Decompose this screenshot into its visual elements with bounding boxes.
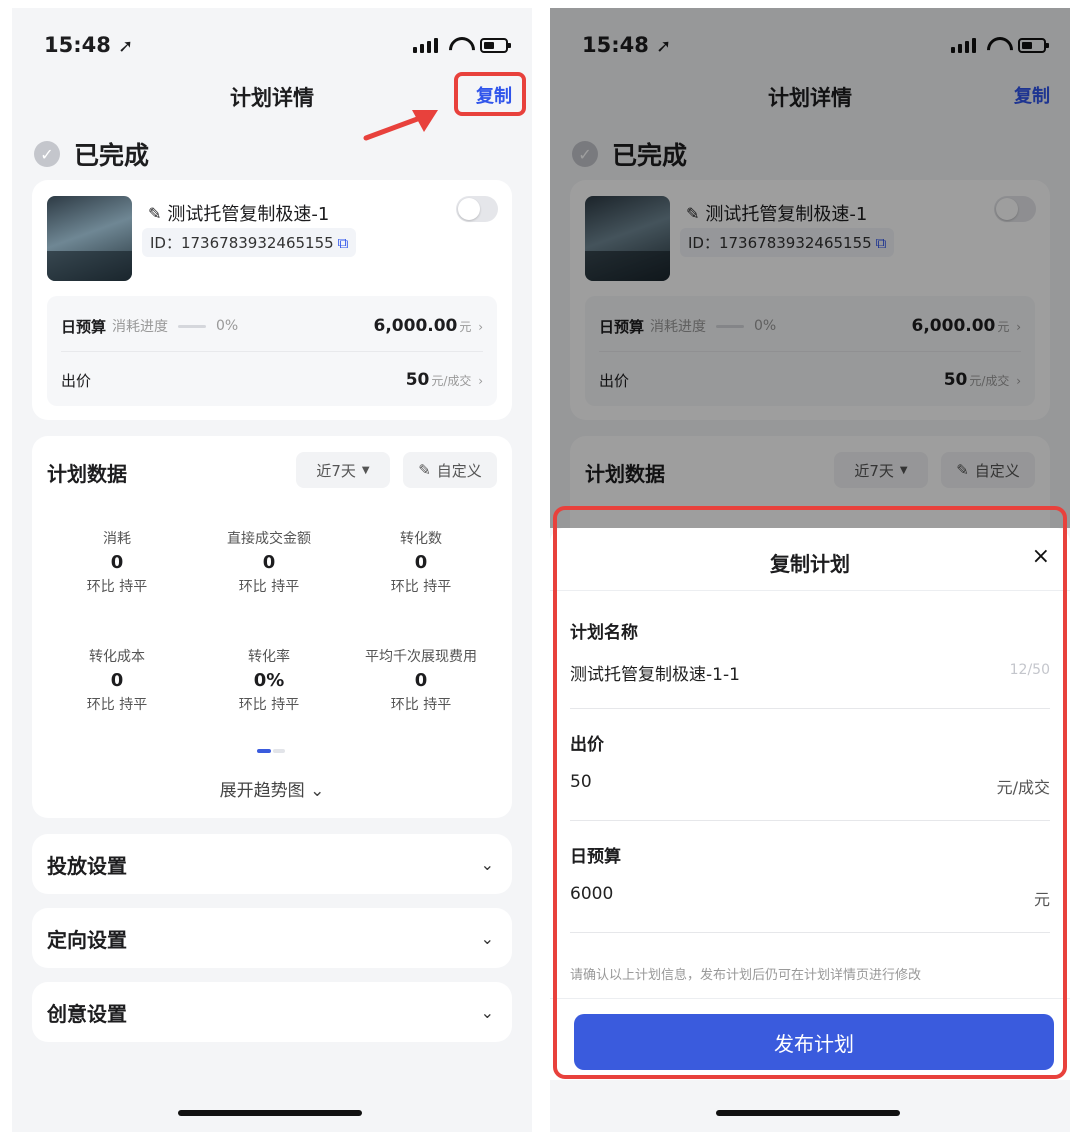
signal-icon bbox=[413, 37, 438, 53]
page-indicator bbox=[257, 749, 285, 753]
date-range-dropdown[interactable]: 近7天 ▼ bbox=[296, 452, 390, 488]
metric-compare: 环比 持平 bbox=[238, 697, 300, 713]
metric-value: 0 bbox=[262, 552, 276, 573]
creative-thumbnail[interactable] bbox=[47, 196, 132, 281]
modal-overlay[interactable] bbox=[550, 8, 1070, 528]
daily-budget-value: 6,000.00 bbox=[373, 316, 458, 336]
metric-item: 平均千次展现费用 0 环比 持平 bbox=[346, 646, 496, 714]
divider bbox=[61, 351, 483, 352]
chevron-right-icon: › bbox=[478, 374, 483, 388]
metric-label: 转化成本 bbox=[89, 649, 145, 665]
wifi-icon bbox=[448, 37, 470, 53]
metric-value: 0% bbox=[253, 670, 285, 691]
highlight-box bbox=[553, 506, 1067, 1079]
customize-button[interactable]: ✎ 自定义 bbox=[403, 452, 497, 488]
status-bar: 15:48 ➚ bbox=[44, 30, 511, 60]
pencil-icon: ✎ bbox=[418, 461, 431, 479]
chevron-down-icon: ⌄ bbox=[480, 928, 494, 948]
metric-compare: 环比 持平 bbox=[86, 697, 148, 713]
daily-budget-row[interactable]: 日预算 消耗进度 0% 6,000.00 元 › bbox=[61, 314, 483, 338]
metric-item: 转化率 0% 环比 持平 bbox=[194, 646, 344, 714]
plan-status: ✓ 已完成 bbox=[34, 136, 149, 172]
plan-data-title: 计划数据 bbox=[47, 462, 127, 486]
consume-label: 消耗进度 bbox=[112, 319, 169, 335]
home-indicator bbox=[716, 1110, 900, 1116]
chevron-down-icon: ⌄ bbox=[310, 781, 325, 801]
plan-toggle[interactable] bbox=[456, 196, 498, 222]
section-targeting-settings[interactable]: 定向设置 ⌄ bbox=[32, 908, 512, 968]
section-title: 创意设置 bbox=[47, 1001, 127, 1026]
plan-id-text: ID：1736783932465155 bbox=[150, 234, 334, 252]
home-indicator bbox=[178, 1110, 362, 1116]
metric-item: 消耗 0 环比 持平 bbox=[42, 528, 192, 596]
copy-plan-screen: 15:48 ➚ 计划详情 复制 ✓ 已完成 ✎ 测试托管复制极速-1 ID：17… bbox=[550, 8, 1070, 1132]
pointer-arrow-icon bbox=[363, 110, 438, 141]
metric-label: 平均千次展现费用 bbox=[365, 649, 477, 665]
metric-value: 0 bbox=[110, 552, 124, 573]
section-title: 投放设置 bbox=[47, 853, 127, 878]
daily-budget-unit: 元 bbox=[459, 320, 472, 334]
metric-value: 0 bbox=[414, 552, 428, 573]
metric-label: 转化率 bbox=[248, 649, 290, 665]
metric-label: 消耗 bbox=[103, 531, 131, 547]
budget-box: 日预算 消耗进度 0% 6,000.00 元 › 出价 50 元/成交 › bbox=[47, 296, 497, 406]
date-range-label: 近7天 bbox=[316, 461, 356, 480]
section-delivery-settings[interactable]: 投放设置 ⌄ bbox=[32, 834, 512, 894]
plan-id: ID：1736783932465155 ⧉ bbox=[142, 228, 357, 257]
metric-label: 直接成交金额 bbox=[227, 531, 311, 547]
pencil-icon: ✎ bbox=[148, 203, 162, 223]
chevron-down-icon: ⌄ bbox=[480, 1002, 494, 1022]
metric-label: 转化数 bbox=[400, 531, 442, 547]
chevron-right-icon: › bbox=[478, 320, 483, 334]
plan-detail-screen: 15:48 ➚ 计划详情 复制 ✓ 已完成 ✎ 测试托管复制极速-1 ID：17… bbox=[12, 8, 532, 1132]
battery-icon bbox=[480, 37, 511, 53]
caret-down-icon: ▼ bbox=[361, 464, 370, 476]
bid-row[interactable]: 出价 50 元/成交 › bbox=[61, 368, 483, 392]
plan-data-card: 计划数据 近7天 ▼ ✎ 自定义 消耗 0 环比 持平 直接成交金额 0 环比 … bbox=[32, 436, 512, 818]
metric-compare: 环比 持平 bbox=[390, 697, 452, 713]
metric-compare: 环比 持平 bbox=[390, 579, 452, 595]
plan-card: ✎ 测试托管复制极速-1 ID：1736783932465155 ⧉ 日预算 消… bbox=[32, 180, 512, 420]
location-icon: ➚ bbox=[118, 36, 134, 57]
consume-percent: 0% bbox=[216, 318, 239, 334]
metric-compare: 环比 持平 bbox=[86, 579, 148, 595]
metric-value: 0 bbox=[414, 670, 428, 691]
expand-trend-label: 展开趋势图 bbox=[219, 781, 305, 801]
metric-item: 转化成本 0 环比 持平 bbox=[42, 646, 192, 714]
section-title: 定向设置 bbox=[47, 927, 127, 952]
status-label: 已完成 bbox=[74, 141, 150, 170]
plan-name-text: 测试托管复制极速-1 bbox=[167, 204, 330, 225]
bid-label: 出价 bbox=[61, 371, 92, 390]
daily-budget-label: 日预算 bbox=[61, 317, 107, 336]
metric-item: 直接成交金额 0 环比 持平 bbox=[194, 528, 344, 596]
check-icon: ✓ bbox=[34, 141, 60, 167]
metric-value: 0 bbox=[110, 670, 124, 691]
bid-unit: 元/成交 bbox=[431, 374, 472, 388]
section-creative-settings[interactable]: 创意设置 ⌄ bbox=[32, 982, 512, 1042]
status-time: 15:48 bbox=[44, 33, 111, 57]
copy-button[interactable]: 复制 bbox=[476, 82, 512, 108]
consume-progress-bar bbox=[178, 324, 207, 328]
chevron-down-icon: ⌄ bbox=[480, 854, 494, 874]
expand-trend-button[interactable]: 展开趋势图 ⌄ bbox=[32, 776, 512, 801]
metric-compare: 环比 持平 bbox=[238, 579, 300, 595]
copy-id-icon[interactable]: ⧉ bbox=[338, 234, 349, 252]
nav-bar: 计划详情 复制 bbox=[12, 72, 532, 141]
metric-item: 转化数 0 环比 持平 bbox=[346, 528, 496, 596]
bid-value: 50 bbox=[405, 370, 430, 390]
customize-label: 自定义 bbox=[436, 461, 482, 480]
plan-name[interactable]: ✎ 测试托管复制极速-1 bbox=[148, 200, 329, 226]
